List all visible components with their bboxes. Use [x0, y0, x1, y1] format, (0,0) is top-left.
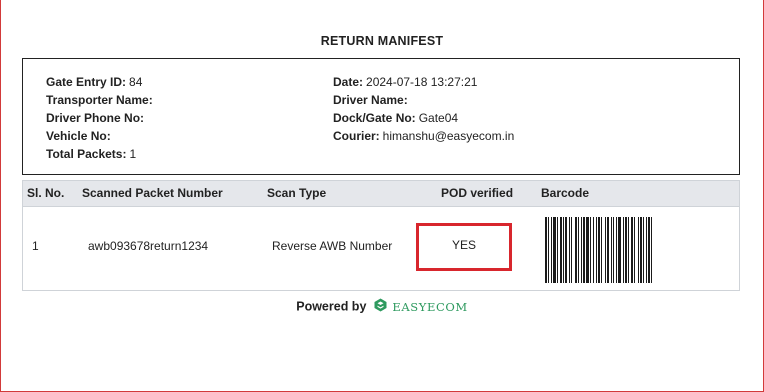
courier-row: Courier: himanshu@easyecom.in	[333, 127, 514, 145]
info-label: Transporter Name:	[46, 93, 153, 107]
date-row: Date: 2024-07-18 13:27:21	[333, 73, 514, 91]
cell-pod-verified: YES	[451, 238, 476, 252]
info-left-column: Gate Entry ID: 84 Transporter Name: Drive…	[46, 73, 156, 163]
powered-by-text: Powered by	[296, 299, 367, 314]
driver-name-row: Driver Name:	[333, 91, 514, 109]
dock-gate-row: Dock/Gate No: Gate04	[333, 109, 514, 127]
pod-verified-highlight: YES	[416, 223, 512, 271]
column-header-pod-verified: POD verified	[441, 186, 514, 200]
info-value: himanshu@easyecom.in	[382, 129, 515, 143]
transporter-name-row: Transporter Name:	[46, 91, 156, 109]
info-value: 2024-07-18 13:27:21	[366, 75, 478, 89]
brand-name: EASYECOM	[392, 299, 468, 314]
barcode-icon	[545, 217, 652, 283]
column-header-barcode: Barcode	[541, 186, 590, 200]
cell-packet-number: awb093678return1234	[88, 239, 209, 253]
gate-entry-id-row: Gate Entry ID: 84	[46, 73, 156, 91]
column-header-sl-no: Sl. No.	[27, 186, 65, 200]
cell-scan-type: Reverse AWB Number	[272, 239, 393, 253]
info-label: Dock/Gate No:	[333, 111, 416, 125]
info-right-column: Date: 2024-07-18 13:27:21 Driver Name: Do…	[333, 73, 514, 145]
info-label: Vehicle No:	[46, 129, 111, 143]
driver-phone-row: Driver Phone No:	[46, 109, 156, 127]
info-label: Driver Phone No:	[46, 111, 145, 125]
info-label: Gate Entry ID:	[46, 75, 127, 89]
info-label: Courier:	[333, 129, 380, 143]
page-title: RETURN MANIFEST	[320, 34, 444, 48]
info-value: 1	[129, 147, 137, 161]
footer: Powered by EASYECOM	[0, 298, 764, 315]
table-header: Sl. No. Scanned Packet Number Scan Type …	[23, 181, 739, 207]
total-packets-row: Total Packets: 1	[46, 145, 156, 163]
manifest-info-box: Gate Entry ID: 84 Transporter Name: Drive…	[22, 58, 740, 175]
info-value: 84	[129, 75, 143, 89]
vehicle-no-row: Vehicle No:	[46, 127, 156, 145]
column-header-scan-type: Scan Type	[267, 186, 327, 200]
cell-sl-no: 1	[32, 239, 39, 253]
info-value: Gate04	[418, 111, 459, 125]
info-label: Date:	[333, 75, 364, 89]
info-label: Driver Name:	[333, 93, 408, 107]
column-header-packet-number: Scanned Packet Number	[82, 186, 223, 200]
info-label: Total Packets:	[46, 147, 127, 161]
easyecom-logo-icon	[374, 298, 387, 315]
packets-table: Sl. No. Scanned Packet Number Scan Type …	[22, 180, 740, 291]
